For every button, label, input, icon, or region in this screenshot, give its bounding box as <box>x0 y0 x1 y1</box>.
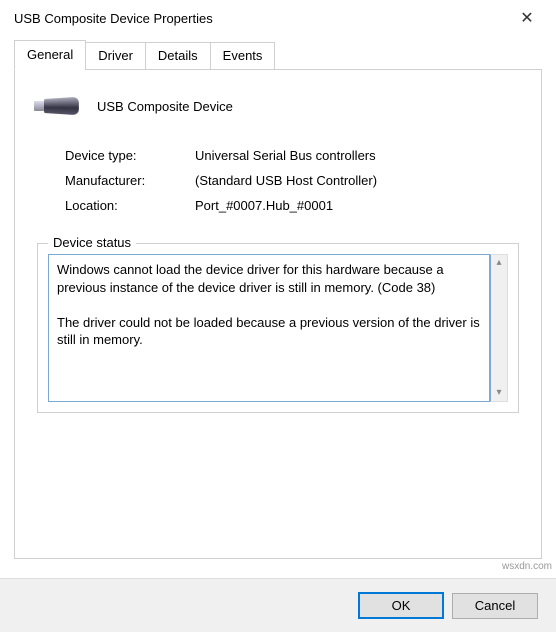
tab-general[interactable]: General <box>14 40 86 70</box>
device-status-group: Device status Windows cannot load the de… <box>37 243 519 413</box>
device-header: USB Composite Device <box>37 92 519 120</box>
device-status-text[interactable]: Windows cannot load the device driver fo… <box>48 254 490 402</box>
usb-device-icon <box>41 92 81 120</box>
manufacturer-value: (Standard USB Host Controller) <box>195 173 519 188</box>
cancel-button[interactable]: Cancel <box>452 593 538 619</box>
location-value: Port_#0007.Hub_#0001 <box>195 198 519 213</box>
ok-button[interactable]: OK <box>358 592 444 619</box>
tab-panel-general: USB Composite Device Device type: Univer… <box>14 69 542 559</box>
info-row-manufacturer: Manufacturer: (Standard USB Host Control… <box>65 173 519 188</box>
info-row-location: Location: Port_#0007.Hub_#0001 <box>65 198 519 213</box>
tab-strip: General Driver Details Events <box>14 42 542 69</box>
close-icon[interactable]: ✕ <box>512 8 542 28</box>
scroll-up-icon[interactable]: ▴ <box>491 255 507 271</box>
device-type-value: Universal Serial Bus controllers <box>195 148 519 163</box>
device-name: USB Composite Device <box>97 99 233 114</box>
tab-events[interactable]: Events <box>210 42 276 70</box>
tab-details[interactable]: Details <box>145 42 211 70</box>
device-info-table: Device type: Universal Serial Bus contro… <box>65 148 519 213</box>
tab-driver[interactable]: Driver <box>85 42 146 70</box>
status-scrollbar[interactable]: ▴ ▾ <box>490 254 508 402</box>
scroll-down-icon[interactable]: ▾ <box>491 385 507 401</box>
device-type-label: Device type: <box>65 148 195 163</box>
status-container: Windows cannot load the device driver fo… <box>38 244 518 412</box>
dialog-footer: OK Cancel <box>0 578 556 632</box>
titlebar: USB Composite Device Properties ✕ <box>0 0 556 36</box>
device-status-legend: Device status <box>48 235 136 250</box>
location-label: Location: <box>65 198 195 213</box>
watermark-text: wsxdn.com <box>502 561 552 572</box>
properties-dialog: USB Composite Device Properties ✕ Genera… <box>0 0 556 632</box>
window-title: USB Composite Device Properties <box>14 11 213 26</box>
manufacturer-label: Manufacturer: <box>65 173 195 188</box>
dialog-content: General Driver Details Events USB Compos… <box>0 36 556 569</box>
info-row-type: Device type: Universal Serial Bus contro… <box>65 148 519 163</box>
